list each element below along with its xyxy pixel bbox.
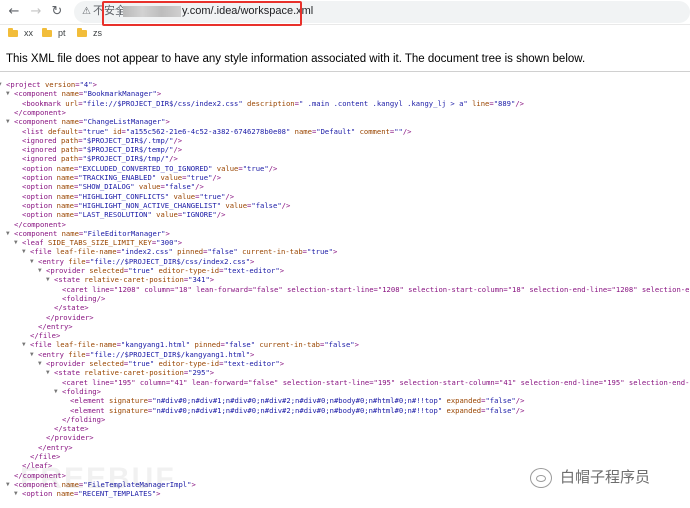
collapse-toggle-icon[interactable]: ▼ bbox=[6, 229, 10, 238]
back-icon[interactable]: ← bbox=[4, 2, 24, 22]
collapse-toggle-icon[interactable]: ▼ bbox=[0, 80, 2, 89]
xml-line: ▼ <file leaf-file-name="kangyang1.html" p… bbox=[22, 340, 359, 350]
xml-line: </entry> bbox=[38, 321, 73, 331]
xml-line: <ignored path="$PROJECT_DIR$/tmp/"/> bbox=[22, 154, 178, 164]
xml-line: <ignored path="$PROJECT_DIR$/.tmp/"/> bbox=[22, 135, 183, 145]
xml-line: </file> bbox=[30, 331, 61, 341]
xml-line: </component> bbox=[14, 219, 66, 229]
watermark-ghost-text: FREEBUF bbox=[20, 462, 176, 495]
collapse-toggle-icon[interactable]: ▼ bbox=[22, 247, 26, 256]
collapse-toggle-icon[interactable]: ▼ bbox=[46, 275, 50, 284]
xml-line: </component> bbox=[14, 107, 66, 117]
watermark: 白帽子程序员 bbox=[520, 464, 690, 492]
collapse-toggle-icon[interactable]: ▼ bbox=[14, 238, 18, 247]
collapse-toggle-icon[interactable]: ▼ bbox=[6, 117, 10, 126]
xml-line: <option name="HIGHLIGHT_NON_ACTIVE_CHANG… bbox=[22, 200, 291, 210]
xml-line: ▼ <component name="BookmarkManager"> bbox=[6, 89, 162, 99]
notice-divider bbox=[0, 71, 690, 72]
xml-line: <caret line="1208" column="18" lean-forw… bbox=[62, 284, 690, 294]
folder-icon bbox=[77, 28, 87, 37]
xml-line: </entry> bbox=[38, 442, 73, 452]
collapse-toggle-icon[interactable]: ▼ bbox=[38, 359, 42, 368]
xml-line: ▼ <file leaf-file-name="index2.css" pinne… bbox=[22, 247, 338, 257]
collapse-toggle-icon[interactable]: ▼ bbox=[6, 89, 10, 98]
xml-line: <option name="HIGHLIGHT_CONFLICTS" value… bbox=[22, 191, 235, 201]
collapse-toggle-icon[interactable]: ▼ bbox=[22, 340, 26, 349]
collapse-toggle-icon[interactable]: ▼ bbox=[54, 387, 58, 396]
xml-line: ▼ <leaf SIDE_TABS_SIZE_LIMIT_KEY="300"> bbox=[14, 238, 183, 248]
collapse-toggle-icon[interactable]: ▼ bbox=[6, 480, 10, 489]
xml-line: ▼ <component name="ChangeListManager"> bbox=[6, 117, 170, 127]
wechat-icon bbox=[530, 468, 552, 488]
bookmark-label: zs bbox=[93, 28, 102, 38]
xml-line: <element signature="n#div#0;n#div#1;n#di… bbox=[70, 405, 525, 415]
forward-icon[interactable]: → bbox=[26, 2, 46, 22]
xml-line: ▼ <provider selected="true" editor-type-i… bbox=[38, 359, 285, 368]
collapse-toggle-icon[interactable]: ▼ bbox=[38, 266, 42, 275]
bookmark-folder-xx[interactable]: xx bbox=[8, 27, 33, 40]
xml-line: </state> bbox=[54, 424, 89, 434]
xml-tree: ▼<project version="4">▼<component name="… bbox=[0, 80, 690, 508]
xml-line: <option name="LAST_RESOLUTION" value="IG… bbox=[22, 210, 226, 220]
xml-line: ▼<project version="4"> bbox=[0, 80, 97, 89]
browser-toolbar: ← → ↻ ⚠ 不安全 y.com/.idea/workspace.xml bbox=[0, 0, 690, 26]
xml-line: </state> bbox=[54, 303, 89, 313]
xml-line: <option name="TRACKING_ENABLED" value="t… bbox=[22, 173, 222, 182]
xml-line: <caret line="195" column="41" lean-forwa… bbox=[62, 377, 690, 387]
xml-line: <folding/> bbox=[62, 293, 106, 303]
xml-line: ▼ <component name="FileEditorManager"> bbox=[6, 228, 170, 238]
collapse-toggle-icon[interactable]: ▼ bbox=[30, 350, 34, 359]
bookmark-label: pt bbox=[58, 28, 66, 38]
collapse-toggle-icon[interactable]: ▼ bbox=[30, 257, 34, 266]
warning-icon[interactable]: ⚠ bbox=[82, 5, 91, 18]
reload-icon[interactable]: ↻ bbox=[47, 2, 67, 22]
xml-line: <option name="EXCLUDED_CONVERTED_TO_IGNO… bbox=[22, 163, 278, 173]
bookmark-folder-zs[interactable]: zs bbox=[77, 27, 102, 40]
xml-line: ▼ <state relative-caret-position="341"> bbox=[46, 275, 215, 285]
xml-line: ▼ <entry file="file://$PROJECT_DIR$/kangy… bbox=[30, 349, 255, 359]
xml-line: <element signature="n#div#0;n#div#1;n#di… bbox=[70, 396, 525, 406]
xml-line: ▼ <entry file="file://$PROJECT_DIR$/css/i… bbox=[30, 256, 255, 266]
xml-line: </provider> bbox=[46, 312, 94, 322]
bookmark-folder-pt[interactable]: pt bbox=[42, 27, 66, 40]
bookmark-label: xx bbox=[24, 28, 33, 38]
xml-style-notice: This XML file does not appear to have an… bbox=[6, 53, 586, 65]
xml-line: ▼ <provider selected="true" editor-type-i… bbox=[38, 266, 285, 275]
folder-icon bbox=[42, 28, 52, 37]
bookmarks-bar: xx pt zs bbox=[0, 25, 690, 42]
collapse-toggle-icon[interactable]: ▼ bbox=[46, 368, 50, 377]
xml-line: ▼ <folding> bbox=[54, 386, 101, 396]
xml-line: </file> bbox=[30, 452, 61, 461]
xml-line: </provider> bbox=[46, 433, 94, 443]
highlight-box bbox=[102, 1, 302, 26]
xml-line: <list default="true" id="a155c562-21e6-4… bbox=[22, 126, 412, 136]
xml-line: <bookmark url="file://$PROJECT_DIR$/css/… bbox=[22, 98, 524, 108]
collapse-toggle-icon[interactable]: ▼ bbox=[14, 489, 18, 498]
xml-line: </folding> bbox=[62, 414, 106, 424]
xml-line: <ignored path="$PROJECT_DIR$/temp/"/> bbox=[22, 145, 183, 155]
xml-line: <option name="SHOW_DIALOG" value="false"… bbox=[22, 182, 204, 192]
watermark-text: 白帽子程序员 bbox=[560, 469, 651, 486]
xml-line: ▼ <state relative-caret-position="295"> bbox=[46, 368, 215, 378]
folder-icon bbox=[8, 28, 18, 37]
